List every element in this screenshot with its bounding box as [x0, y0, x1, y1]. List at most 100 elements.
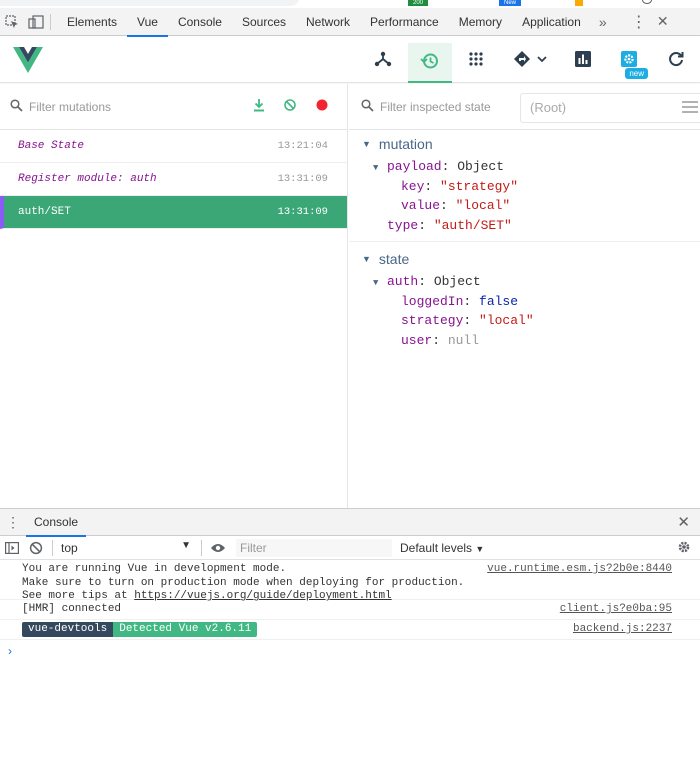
message-text: [HMR] connected: [22, 603, 122, 615]
list-icon[interactable]: [682, 101, 698, 116]
loggedin-value: false: [479, 293, 519, 309]
devtools-tabbar: Elements Vue Console Sources Network Per…: [0, 8, 700, 37]
components-button[interactable]: [361, 43, 405, 77]
clear-console-icon[interactable]: [24, 536, 48, 560]
filter-mutations-input[interactable]: Filter mutations: [29, 100, 111, 114]
console-message: vue-devtools Detected Vue v2.6.11 backend…: [0, 620, 700, 640]
close-drawer-icon[interactable]: ✕: [677, 513, 690, 531]
close-devtools-icon[interactable]: ✕: [651, 13, 675, 30]
settings-button[interactable]: new: [607, 43, 651, 79]
history-icon: [420, 51, 440, 74]
console-settings-gear-icon[interactable]: [677, 540, 691, 557]
filter-inspected-state-input[interactable]: Filter inspected state: [380, 100, 491, 114]
mutation-item[interactable]: Register module: auth 13:31:09: [0, 163, 347, 196]
console-message: [HMR] connected client.js?e0ba:95: [0, 600, 700, 620]
vue-version-badge: Detected Vue v2.6.11: [113, 622, 258, 637]
message-source-link[interactable]: vue.runtime.esm.js?2b0e:8440: [487, 563, 672, 577]
auth-key: auth: [387, 274, 419, 289]
revert-all-icon[interactable]: [283, 98, 297, 115]
loggedin-key: loggedIn: [401, 293, 464, 309]
message-source-link[interactable]: client.js?e0ba:95: [560, 603, 672, 617]
state-section-header[interactable]: ▼ state: [349, 246, 700, 272]
payload-key: payload: [387, 159, 442, 174]
expand-arrow-icon: ▼: [373, 278, 379, 288]
auth-type: Object: [433, 274, 481, 289]
tab-vue[interactable]: Vue: [127, 8, 168, 37]
user-row: user: null: [401, 332, 480, 348]
message-source-link[interactable]: backend.js:2237: [573, 623, 672, 637]
mutation-section-header[interactable]: ▼ mutation: [349, 131, 700, 157]
log-levels-dropdown[interactable]: Default levels ▼: [400, 541, 484, 555]
tab-application[interactable]: Application: [512, 8, 591, 36]
context-value: top: [61, 540, 78, 555]
section-title: state: [378, 251, 410, 267]
mutations-tools: [253, 98, 329, 115]
tab-network[interactable]: Network: [296, 8, 360, 36]
live-expression-eye-icon[interactable]: [206, 536, 230, 560]
strategy-value: "local": [479, 313, 534, 328]
console-filter-input[interactable]: Filter: [236, 538, 392, 557]
routing-button[interactable]: [505, 43, 555, 77]
root-path-field[interactable]: (Root): [520, 93, 700, 123]
more-tabs-icon[interactable]: »: [593, 14, 613, 30]
show-sidebar-icon[interactable]: [0, 536, 24, 560]
mutation-name: Base State: [18, 140, 85, 152]
extension-badge-new[interactable]: New: [499, 0, 521, 6]
key-row: key: "strategy": [401, 178, 519, 194]
browser-tab-edge: [0, 0, 300, 6]
mutation-item-selected[interactable]: auth/SET 13:31:09: [0, 196, 347, 229]
tab-performance[interactable]: Performance: [360, 8, 449, 36]
console-message: You are running Vue in development mode.…: [0, 560, 700, 602]
collapse-arrow-icon: ▼: [362, 139, 371, 149]
events-icon: [467, 50, 485, 71]
mutation-time: 13:31:09: [277, 206, 328, 218]
type-key: type: [387, 217, 419, 233]
tab-elements[interactable]: Elements: [57, 8, 127, 36]
extension-badge-200[interactable]: 200: [408, 0, 428, 6]
tab-console[interactable]: Console: [168, 8, 232, 36]
new-badge: new: [625, 68, 648, 79]
search-icon: [10, 98, 23, 115]
tab-console-drawer[interactable]: Console: [26, 509, 87, 537]
tab-memory[interactable]: Memory: [449, 8, 512, 36]
strategy-row: strategy: "local": [401, 313, 534, 328]
vuex-history-button[interactable]: [408, 43, 452, 83]
mutation-time: 13:21:04: [277, 140, 328, 152]
refresh-icon: [667, 50, 685, 71]
components-tree-icon: [374, 50, 392, 71]
console-drawer: ⋮ Console ✕ top ▼ Filter Default levels …: [0, 508, 700, 768]
console-prompt[interactable]: ›: [0, 640, 700, 658]
key-value: "strategy": [440, 178, 519, 194]
value-value: "local": [455, 198, 511, 213]
context-selector[interactable]: top ▼: [57, 540, 197, 555]
tab-sources[interactable]: Sources: [232, 8, 296, 36]
loggedin-row: loggedIn: false: [401, 293, 519, 309]
state-inspector-pane: Filter inspected state (Root) ▼ mutation…: [349, 84, 700, 508]
performance-button[interactable]: [561, 43, 605, 77]
vue-logo-icon: [13, 47, 43, 76]
section-title: mutation: [378, 136, 433, 152]
strategy-key: strategy: [401, 313, 464, 328]
collapse-arrow-icon: ▼: [362, 254, 371, 264]
customize-menu-icon[interactable]: ⋮: [627, 12, 651, 32]
record-icon[interactable]: [315, 98, 329, 115]
inspect-element-icon[interactable]: [0, 8, 24, 36]
mutation-item[interactable]: Base State 13:21:04: [0, 130, 347, 163]
prompt-chevron-icon: ›: [8, 644, 12, 658]
toolbar-divider: [201, 539, 202, 556]
mutation-name: auth/SET: [18, 206, 71, 218]
device-toolbar-icon[interactable]: [24, 8, 48, 36]
events-button[interactable]: [454, 43, 498, 77]
mutations-filter-bar: Filter mutations: [0, 84, 347, 130]
extension-icon[interactable]: [575, 0, 583, 6]
payload-row[interactable]: ▼ payload: Object: [349, 157, 700, 177]
message-line: Make sure to turn on production mode whe…: [22, 576, 465, 589]
profile-icon[interactable]: [642, 0, 652, 4]
payload-type: Object: [457, 159, 505, 174]
commit-all-icon[interactable]: [253, 98, 265, 115]
auth-row[interactable]: ▼ auth: Object: [349, 272, 700, 292]
drawer-menu-icon[interactable]: ⋮: [0, 514, 26, 531]
vue-devtools-header: new: [0, 37, 700, 83]
toolbar-divider: [52, 539, 53, 556]
refresh-button[interactable]: [654, 43, 698, 77]
